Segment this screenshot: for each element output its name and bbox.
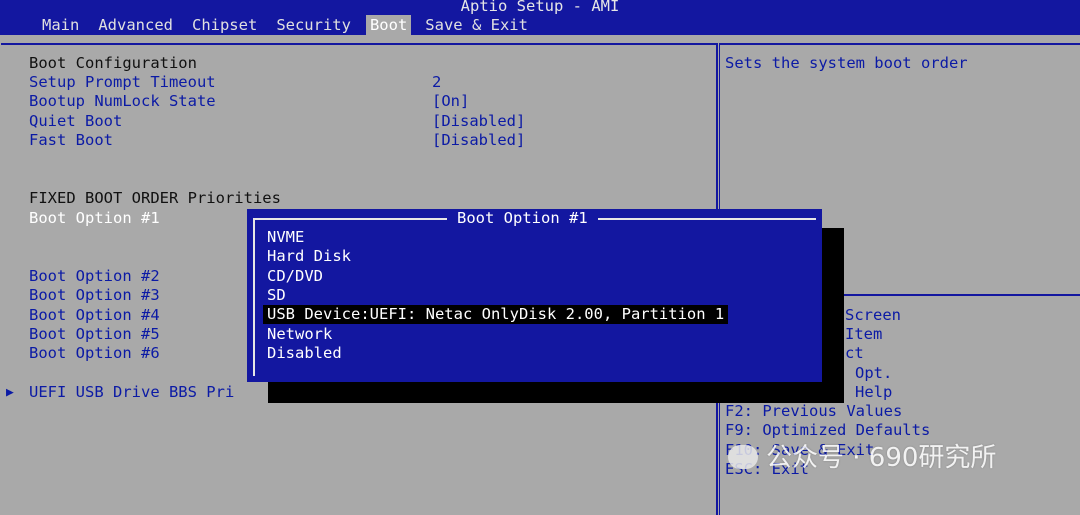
popup-item-hard-disk[interactable]: Hard Disk — [267, 247, 351, 266]
help-description: Sets the system boot order — [725, 54, 968, 72]
value-setup-prompt-timeout[interactable]: 2 — [432, 73, 441, 92]
tab-main[interactable]: Main — [38, 15, 83, 35]
menu-tabs: Main Advanced Chipset Security Boot Save… — [38, 15, 543, 35]
watermark-text: 公众号 · 690研究所 — [766, 443, 997, 473]
value-bootup-numlock-state[interactable]: [On] — [432, 92, 469, 111]
section-title-fixed-boot-order: FIXED BOOT ORDER Priorities — [29, 189, 281, 207]
popup-item-nvme[interactable]: NVME — [267, 228, 304, 247]
tab-advanced[interactable]: Advanced — [94, 15, 177, 35]
help-key-select: ct — [845, 344, 864, 362]
window-title: Aptio Setup - AMI — [460, 0, 620, 15]
boot-option-3[interactable]: Boot Option #3 — [29, 286, 160, 305]
boot-option-2[interactable]: Boot Option #2 — [29, 267, 160, 286]
popup-item-disabled[interactable]: Disabled — [267, 344, 342, 363]
setting-fast-boot[interactable]: Fast Boot — [29, 131, 113, 150]
boot-option-6[interactable]: Boot Option #6 — [29, 344, 160, 363]
boot-option-1[interactable]: Boot Option #1 — [29, 209, 160, 228]
tab-security[interactable]: Security — [272, 15, 355, 35]
help-key-general-help: Help — [855, 383, 893, 401]
help-key-f2: F2: Previous Values — [725, 402, 903, 420]
popup-item-cd-dvd[interactable]: CD/DVD — [267, 267, 323, 286]
watermark: 公众号 · 690研究所 — [728, 443, 996, 473]
tab-boot[interactable]: Boot — [365, 15, 412, 35]
help-key-f9: F9: Optimized Defaults — [725, 421, 931, 439]
boot-option-popup: Boot Option #1 NVME Hard Disk CD/DVD SD … — [247, 209, 822, 382]
value-fast-boot[interactable]: [Disabled] — [432, 131, 525, 150]
value-quiet-boot[interactable]: [Disabled] — [432, 112, 525, 131]
boot-option-5[interactable]: Boot Option #5 — [29, 325, 160, 344]
popup-item-sd[interactable]: SD — [267, 286, 286, 305]
help-key-select-item: Item — [845, 325, 883, 343]
boot-option-4[interactable]: Boot Option #4 — [29, 306, 160, 325]
submenu-uefi-usb-drive-bbs[interactable]: UEFI USB Drive BBS Pri — [29, 383, 234, 402]
setting-bootup-numlock-state[interactable]: Bootup NumLock State — [29, 92, 216, 111]
title-bar: Aptio Setup - AMI Main Advanced Chipset … — [0, 0, 1080, 35]
setting-setup-prompt-timeout[interactable]: Setup Prompt Timeout — [29, 73, 216, 92]
popup-title: Boot Option #1 — [447, 209, 598, 228]
tab-save-exit[interactable]: Save & Exit — [421, 15, 532, 35]
popup-item-network[interactable]: Network — [267, 325, 332, 344]
submenu-arrow-icon: ▶ — [6, 385, 14, 400]
setting-quiet-boot[interactable]: Quiet Boot — [29, 112, 122, 131]
section-title-boot-configuration: Boot Configuration — [29, 54, 197, 72]
tab-chipset[interactable]: Chipset — [188, 15, 261, 35]
wechat-icon — [728, 444, 758, 469]
help-key-change-opt: Opt. — [855, 364, 893, 382]
popup-item-usb-device[interactable]: USB Device:UEFI: Netac OnlyDisk 2.00, Pa… — [263, 305, 729, 324]
help-key-select-screen: Screen — [845, 306, 901, 324]
